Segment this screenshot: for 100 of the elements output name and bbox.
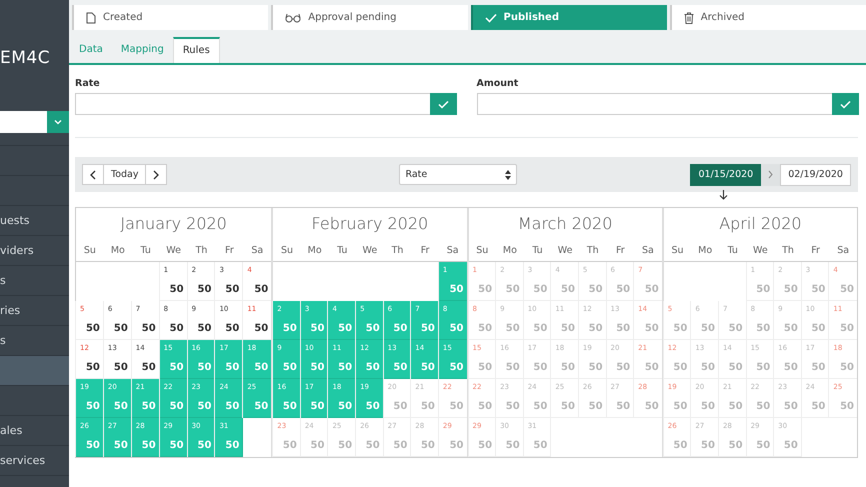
- weekday-label: Sa: [446, 244, 460, 258]
- day-value: 50: [784, 440, 798, 451]
- weekday-label: Mo: [110, 244, 126, 258]
- day-value: 50: [673, 362, 688, 373]
- day-value: 50: [142, 362, 156, 373]
- trash-icon: [684, 12, 694, 24]
- day-value: 50: [86, 362, 100, 373]
- day-value: 50: [366, 401, 380, 412]
- month-title: March 2020: [516, 213, 614, 235]
- day-value: 50: [644, 401, 659, 412]
- input-field[interactable]: [75, 93, 430, 115]
- step-label: Published: [504, 12, 559, 23]
- day-value: 50: [840, 323, 854, 334]
- day-value: 50: [142, 323, 156, 334]
- day-value: 50: [170, 362, 184, 373]
- day-value: 50: [170, 323, 184, 334]
- day-value: 50: [86, 401, 100, 412]
- day-value: 50: [282, 401, 297, 412]
- day-value: 50: [588, 323, 603, 334]
- chevron-left-icon: [90, 170, 96, 180]
- weekday-label: Sa: [250, 244, 264, 258]
- weekday-label: Tu: [531, 244, 544, 258]
- day-value: 50: [533, 362, 548, 373]
- input-field[interactable]: [476, 93, 832, 115]
- confirm-button[interactable]: [832, 93, 859, 115]
- day-value: 50: [114, 440, 128, 451]
- weekday-label: Su: [670, 244, 685, 258]
- day-value: 50: [366, 362, 380, 373]
- tab[interactable]: Rules: [172, 37, 220, 63]
- status-step[interactable]: Approval pending: [271, 5, 468, 30]
- status-step[interactable]: Published: [470, 5, 667, 30]
- day-value: 50: [310, 440, 324, 451]
- day-value: 50: [561, 284, 575, 295]
- status-step[interactable]: Archived: [670, 5, 866, 30]
- sidebar-item[interactable]: [0, 356, 69, 386]
- day-value: 50: [644, 323, 659, 334]
- day-value: 50: [506, 284, 520, 295]
- day-value: 50: [142, 440, 156, 451]
- day-value: 50: [478, 401, 492, 412]
- status-step[interactable]: Created: [72, 5, 268, 30]
- day-value: 50: [506, 401, 520, 412]
- weekday-label: We: [556, 244, 574, 258]
- day-value: 50: [254, 284, 268, 295]
- chevron-down-icon: [54, 119, 62, 125]
- month-title: April 2020: [718, 213, 803, 235]
- field-label: Amount: [476, 78, 520, 89]
- day-value: 50: [756, 401, 770, 412]
- weekday-label: Sa: [641, 244, 655, 258]
- check-icon: [438, 100, 448, 108]
- day-value: 50: [420, 323, 435, 334]
- day-value: 50: [86, 440, 100, 451]
- day-value: 50: [310, 323, 324, 334]
- previous-button[interactable]: [82, 164, 104, 185]
- tab[interactable]: Mapping: [112, 37, 173, 62]
- day-value: 50: [840, 362, 854, 373]
- day-value: 50: [588, 284, 603, 295]
- day-value: 50: [86, 323, 100, 334]
- day-value: 50: [506, 440, 520, 451]
- document-icon: [86, 12, 96, 24]
- day-value: 50: [393, 440, 408, 451]
- weekday-label: We: [362, 244, 378, 258]
- day-value: 50: [644, 284, 659, 295]
- day-value: 50: [338, 440, 352, 451]
- weekday-label: Fr: [420, 244, 430, 258]
- weekday-label: Su: [280, 244, 294, 258]
- confirm-button[interactable]: [430, 93, 456, 115]
- rate-select[interactable]: Rate: [399, 164, 518, 185]
- day-value: 50: [420, 440, 435, 451]
- day-value: 50: [225, 362, 240, 373]
- step-label: Approval pending: [308, 12, 396, 23]
- day-value: 50: [728, 362, 743, 373]
- glasses-icon: [285, 12, 302, 22]
- day-value: 50: [450, 401, 464, 412]
- day-value: 50: [225, 440, 240, 451]
- day-value: 50: [756, 284, 770, 295]
- next-button[interactable]: [145, 164, 168, 185]
- weekday-label: Mo: [502, 244, 518, 258]
- day-value: 50: [588, 401, 603, 412]
- day-value: 50: [338, 401, 352, 412]
- day-value: 50: [225, 323, 240, 334]
- tab[interactable]: Data: [70, 37, 112, 62]
- day-value: 50: [114, 323, 128, 334]
- date-button[interactable]: 02/19/2020: [780, 164, 851, 186]
- day-value: 50: [478, 362, 492, 373]
- day-value: 50: [588, 362, 603, 373]
- date-button[interactable]: 01/15/2020: [690, 164, 762, 186]
- today-button[interactable]: Today: [103, 164, 146, 185]
- weekday-label: Th: [194, 244, 208, 258]
- day-value: 50: [450, 284, 464, 295]
- day-value: 50: [310, 401, 324, 412]
- day-value: 50: [728, 323, 743, 334]
- day-value: 50: [338, 323, 352, 334]
- day-value: 50: [811, 362, 826, 373]
- day-value: 50: [142, 401, 156, 412]
- day-value: 50: [366, 440, 380, 451]
- day-value: 50: [561, 323, 575, 334]
- day-value: 50: [420, 362, 435, 373]
- sidebar-select[interactable]: [0, 111, 69, 133]
- day-value: 50: [225, 401, 240, 412]
- day-value: 50: [114, 362, 128, 373]
